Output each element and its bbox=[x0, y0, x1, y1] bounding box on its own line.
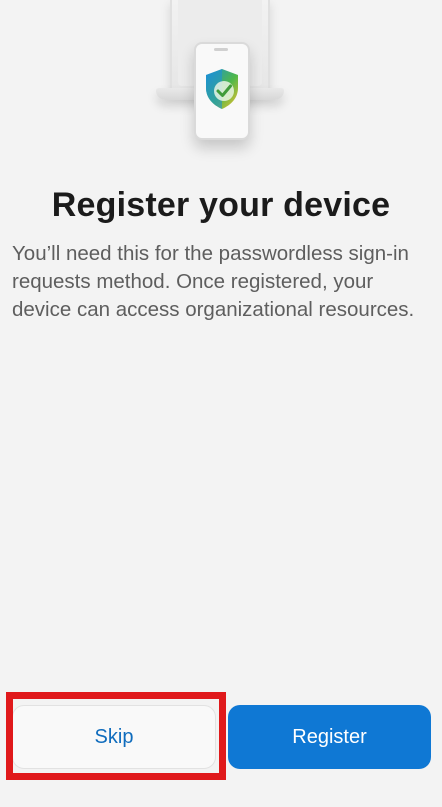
skip-button[interactable]: Skip bbox=[12, 705, 216, 769]
register-button[interactable]: Register bbox=[228, 705, 431, 769]
phone-graphic bbox=[194, 42, 250, 140]
page-description: You’ll need this for the passwordless si… bbox=[12, 242, 415, 321]
page-title: Register your device bbox=[51, 186, 391, 224]
device-illustration bbox=[150, 0, 290, 140]
phone-notch bbox=[214, 48, 228, 51]
shield-check-icon bbox=[206, 69, 238, 109]
